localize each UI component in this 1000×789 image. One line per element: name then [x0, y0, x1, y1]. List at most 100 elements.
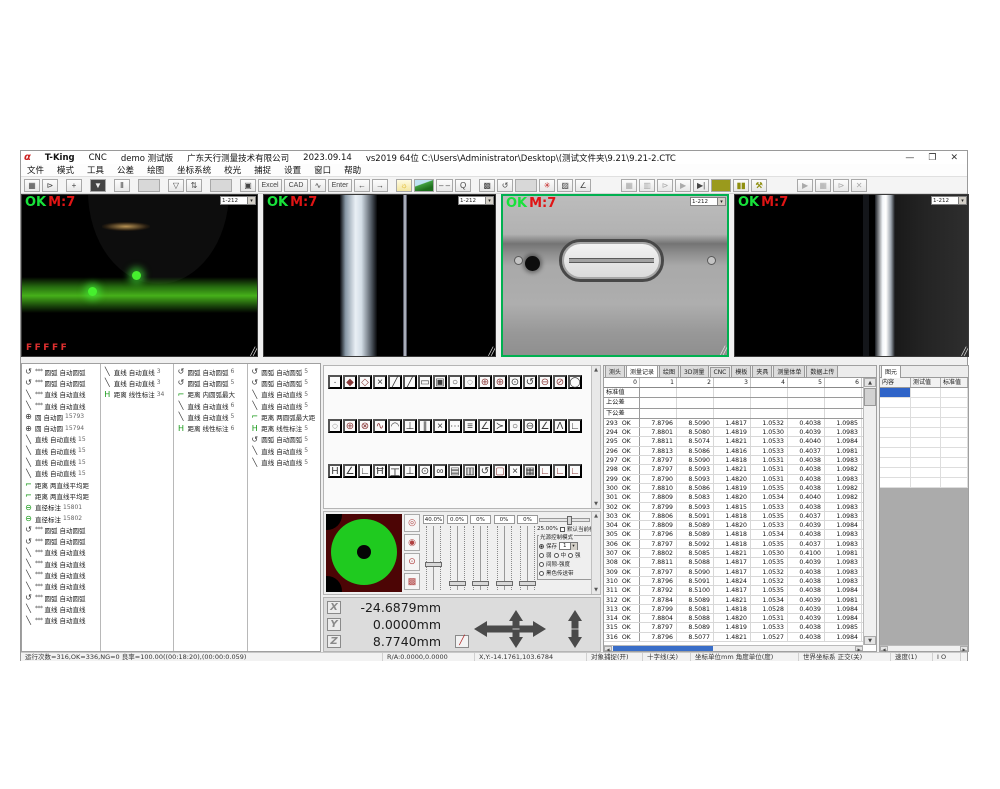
- gap-intensity-radio[interactable]: [539, 562, 544, 567]
- level-low-radio[interactable]: [539, 553, 544, 558]
- elements-cell[interactable]: [880, 428, 911, 437]
- elements-row[interactable]: [880, 458, 968, 468]
- enter-key-button[interactable]: Enter: [328, 179, 352, 192]
- edge-detect-button[interactable]: ▽: [168, 179, 184, 192]
- table-row[interactable]: 306OK7.87978.50921.48181.05350.40371.098…: [604, 540, 876, 549]
- grid-cell[interactable]: [788, 388, 825, 397]
- grid-cell[interactable]: [825, 398, 862, 407]
- table-row[interactable]: 298OK7.87978.50931.48211.05310.40381.098…: [604, 465, 876, 474]
- position-tool-icon[interactable]: ⊙: [418, 464, 432, 478]
- feature-list-item[interactable]: ⌐距离两直线平均距: [22, 479, 100, 490]
- elements-row[interactable]: [880, 388, 968, 398]
- arrow-left-button[interactable]: ←: [354, 179, 370, 192]
- signature-pen-button[interactable]: ∿: [310, 179, 326, 192]
- multipoint-tool-icon[interactable]: ⋯: [448, 419, 462, 433]
- slider-thumb[interactable]: [425, 562, 442, 567]
- camera-magnification-select[interactable]: 1-212▾: [458, 196, 494, 205]
- grid-cell[interactable]: [714, 388, 751, 397]
- scrollbar-thumb[interactable]: [864, 388, 876, 406]
- elements-cell[interactable]: [911, 408, 941, 417]
- light-slider-track[interactable]: [426, 526, 441, 590]
- distance-v-tool-icon[interactable]: Ħ: [373, 464, 387, 478]
- table-row[interactable]: 299OK7.87908.50931.48201.05310.40381.098…: [604, 475, 876, 484]
- calc-tool-icon[interactable]: ▦: [523, 464, 537, 478]
- elements-row[interactable]: [880, 428, 968, 438]
- camera-magnification-select[interactable]: 1-212▾: [220, 196, 256, 205]
- tab-6[interactable]: 模板: [731, 366, 751, 377]
- tab-1[interactable]: 测头: [605, 366, 625, 377]
- grid-cell[interactable]: [640, 388, 677, 397]
- camera-magnification-select[interactable]: 1-212▾: [931, 196, 967, 205]
- feature-list-item[interactable]: ╲直线自动直线3: [101, 377, 174, 388]
- minimize-button[interactable]: —: [905, 153, 914, 163]
- feature-list-item[interactable]: ╲直线自动直线6: [174, 400, 247, 411]
- feature-list-item[interactable]: ╲直线自动直线15: [22, 445, 100, 456]
- table-row[interactable]: 300OK7.88108.50861.48191.05350.40381.098…: [604, 484, 876, 493]
- table-row[interactable]: 294OK7.88018.50801.48191.05300.40391.098…: [604, 428, 876, 437]
- line-tool-icon[interactable]: ╱: [388, 375, 402, 389]
- region-tool-icon[interactable]: ▢: [493, 464, 507, 478]
- feature-list-item[interactable]: H距离线性标注5: [248, 422, 320, 433]
- circle-tool-icon[interactable]: ○: [448, 375, 462, 389]
- projection-tool-icon[interactable]: ≻: [493, 419, 507, 433]
- elements-cell[interactable]: [941, 468, 968, 477]
- scroll-up-icon[interactable]: ▲: [864, 378, 876, 387]
- elements-row[interactable]: [880, 468, 968, 478]
- run-save-button[interactable]: ▦: [621, 179, 637, 192]
- elements-cell[interactable]: [911, 448, 941, 457]
- run-to-end-button[interactable]: ▶|: [693, 179, 709, 192]
- elements-cell[interactable]: [880, 478, 911, 487]
- scroll-down-icon[interactable]: ▼: [594, 501, 598, 507]
- feature-list-item[interactable]: ╲直线自动直线15: [22, 468, 100, 479]
- scroll-down-icon[interactable]: ▼: [864, 636, 876, 645]
- camera-view-1[interactable]: OKM:7 1-212▾ FFFFF ╱╱: [21, 194, 258, 357]
- elements-cell[interactable]: [941, 408, 968, 417]
- stage-pillar-button[interactable]: Ⅱ: [114, 179, 130, 192]
- run-multi-button[interactable]: ▥: [639, 179, 655, 192]
- elements-row[interactable]: [880, 408, 968, 418]
- feature-list-item[interactable]: ╲***直线自动直线: [22, 603, 100, 614]
- menu-item-11[interactable]: 帮助: [344, 164, 361, 176]
- table-row[interactable]: 308OK7.88118.50881.48171.05350.40391.098…: [604, 558, 876, 567]
- grid-cell[interactable]: [825, 388, 862, 397]
- ellipse-dashed-tool-icon[interactable]: ◌: [328, 419, 342, 433]
- grid-cell[interactable]: [714, 409, 751, 418]
- open-2-button[interactable]: ⊳: [833, 179, 849, 192]
- table-row[interactable]: 314OK7.88048.50881.48201.05310.40391.098…: [604, 614, 876, 623]
- ring-light-center[interactable]: [357, 545, 371, 559]
- feature-list-item[interactable]: ╲直线自动直线5: [248, 445, 320, 456]
- elements-row[interactable]: [880, 448, 968, 458]
- grid-cell[interactable]: [751, 388, 788, 397]
- diagonal-move-button[interactable]: ╱: [455, 635, 469, 648]
- elements-cell[interactable]: [880, 438, 911, 447]
- move-stage-button[interactable]: +: [66, 179, 82, 192]
- point-tool-icon[interactable]: ·: [328, 375, 342, 389]
- focus-star-button[interactable]: ✳: [539, 179, 555, 192]
- grid-cell[interactable]: [751, 409, 788, 418]
- level-mid-radio[interactable]: [554, 553, 559, 558]
- grid-cell[interactable]: [788, 398, 825, 407]
- excel-export-button[interactable]: Excel: [258, 179, 282, 192]
- snapshot-blank-button[interactable]: [210, 179, 232, 192]
- tools-scrollbar[interactable]: ▲▼: [591, 366, 600, 508]
- feature-list-item[interactable]: ⌐距离两直线平均距: [22, 490, 100, 501]
- feature-list-item[interactable]: H距离线性标注34: [101, 389, 174, 400]
- light-bulb-button[interactable]: ☼: [396, 179, 412, 192]
- ring-light-segments-button[interactable]: ◉: [404, 534, 420, 552]
- tab-elements[interactable]: 图元: [881, 365, 901, 378]
- scroll-left-icon[interactable]: ◀: [604, 646, 612, 651]
- ring-light-quadrant-button[interactable]: ⊙: [404, 553, 420, 571]
- camera-blank-button[interactable]: [138, 179, 160, 192]
- scroll-left-icon[interactable]: ◀: [880, 646, 888, 651]
- camera-view-3-selected[interactable]: OKM:7 1-212▾ ╱╱: [501, 194, 729, 357]
- delete-tool-icon[interactable]: ×: [508, 464, 522, 478]
- table-row[interactable]: 315OK7.87978.50891.48191.05330.40381.098…: [604, 623, 876, 632]
- elements-cell[interactable]: [880, 388, 911, 397]
- elements-cell[interactable]: [911, 468, 941, 477]
- table-row[interactable]: 307OK7.88028.50851.48211.05300.41001.098…: [604, 549, 876, 558]
- undo-tool-icon[interactable]: ↺: [478, 464, 492, 478]
- blank-box-button[interactable]: [515, 179, 537, 192]
- vertex-angle-tool-icon[interactable]: Λ: [553, 419, 567, 433]
- jog-arrows[interactable]: [472, 608, 592, 650]
- feature-list-item[interactable]: ⊕圆自动圆15794: [22, 422, 100, 433]
